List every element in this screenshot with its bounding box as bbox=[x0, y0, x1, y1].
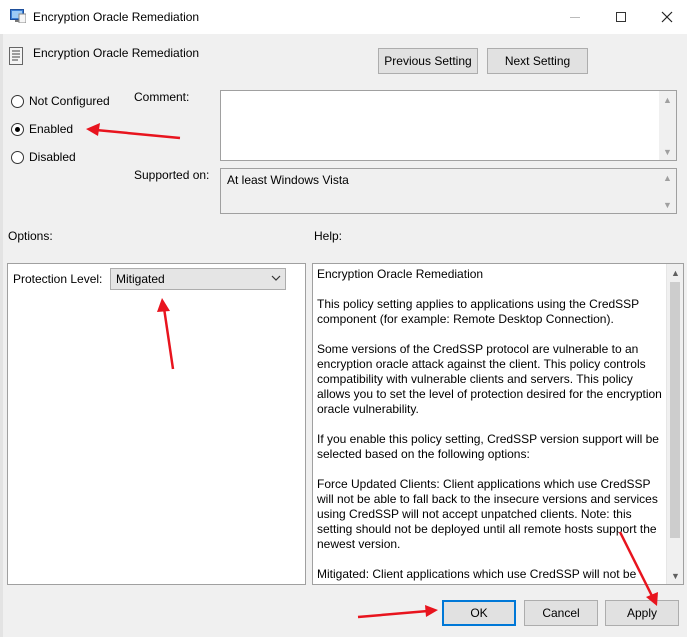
supported-on-value: At least Windows Vista bbox=[227, 173, 349, 187]
radio-label: Enabled bbox=[29, 122, 74, 136]
options-label: Options: bbox=[8, 229, 53, 243]
help-paragraph: If you enable this policy setting, CredS… bbox=[317, 432, 659, 461]
maximize-button[interactable] bbox=[598, 0, 644, 34]
apply-button[interactable]: Apply bbox=[605, 600, 679, 626]
radio-enabled[interactable]: Enabled bbox=[11, 122, 73, 136]
help-paragraph: This policy setting applies to applicati… bbox=[317, 297, 639, 326]
options-panel: Protection Level: Mitigated bbox=[7, 263, 306, 585]
scroll-up-icon[interactable]: ▲ bbox=[659, 169, 676, 186]
policy-window-icon bbox=[10, 9, 26, 23]
help-paragraph: Some versions of the CredSSP protocol ar… bbox=[317, 342, 662, 416]
help-paragraph: Encryption Oracle Remediation bbox=[317, 267, 484, 281]
scroll-thumb[interactable] bbox=[670, 282, 680, 538]
scroll-up-icon[interactable]: ▲ bbox=[659, 91, 676, 108]
help-scrollbar[interactable]: ▲ ▼ bbox=[666, 264, 683, 584]
supported-on-label: Supported on: bbox=[134, 168, 210, 182]
radio-circle bbox=[11, 94, 24, 108]
setting-title: Encryption Oracle Remediation bbox=[33, 46, 200, 60]
close-button[interactable] bbox=[644, 0, 687, 34]
protection-level-value: Mitigated bbox=[116, 272, 165, 286]
help-text: Encryption Oracle Remediation This polic… bbox=[317, 267, 662, 584]
next-setting-button[interactable]: Next Setting bbox=[487, 48, 588, 74]
protection-level-dropdown[interactable]: Mitigated bbox=[110, 268, 286, 290]
radio-circle bbox=[11, 122, 24, 136]
previous-setting-button[interactable]: Previous Setting bbox=[378, 48, 478, 74]
cancel-button[interactable]: Cancel bbox=[524, 600, 598, 626]
scroll-up-icon[interactable]: ▲ bbox=[667, 264, 683, 281]
close-icon bbox=[661, 11, 673, 23]
comment-textarea[interactable]: ▲ ▼ bbox=[220, 90, 677, 161]
ok-button[interactable]: OK bbox=[442, 600, 516, 626]
radio-disabled[interactable]: Disabled bbox=[11, 150, 76, 164]
radio-label: Disabled bbox=[29, 150, 76, 164]
minimize-icon bbox=[570, 16, 580, 18]
scroll-down-icon[interactable]: ▼ bbox=[667, 567, 683, 584]
scroll-down-icon[interactable]: ▼ bbox=[659, 196, 676, 213]
minimize-button[interactable] bbox=[552, 0, 598, 34]
help-panel: Encryption Oracle Remediation This polic… bbox=[312, 263, 684, 585]
comment-label: Comment: bbox=[134, 90, 190, 104]
scroll-down-icon[interactable]: ▼ bbox=[659, 143, 676, 160]
dialog-client-area: Encryption Oracle Remediation Previous S… bbox=[0, 34, 687, 637]
maximize-icon bbox=[616, 12, 626, 22]
policy-setting-icon bbox=[9, 47, 23, 65]
supported-scrollbar[interactable]: ▲ ▼ bbox=[659, 169, 676, 213]
radio-not-configured[interactable]: Not Configured bbox=[11, 94, 110, 108]
window-title: Encryption Oracle Remediation bbox=[33, 10, 200, 24]
chevron-down-icon bbox=[271, 275, 281, 281]
help-paragraph: Mitigated: Client applications which use… bbox=[317, 567, 637, 584]
radio-circle bbox=[11, 150, 24, 164]
help-label: Help: bbox=[314, 229, 343, 243]
comment-scrollbar[interactable]: ▲ ▼ bbox=[659, 91, 676, 160]
radio-label: Not Configured bbox=[29, 94, 110, 108]
help-paragraph: Force Updated Clients: Client applicatio… bbox=[317, 477, 658, 551]
protection-level-label: Protection Level: bbox=[13, 272, 103, 286]
title-bar: Encryption Oracle Remediation bbox=[0, 0, 687, 34]
supported-on-field: At least Windows Vista ▲ ▼ bbox=[220, 168, 677, 214]
